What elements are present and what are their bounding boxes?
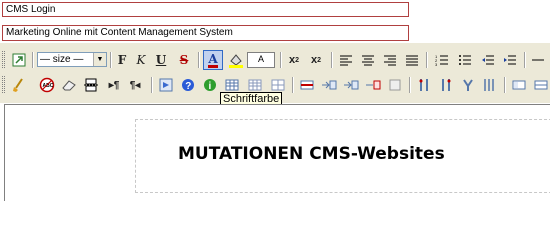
toolbar-row-1: — size — ▼ F K U S A A x2 x2 123 (0, 48, 550, 72)
page-break-icon[interactable] (81, 75, 101, 95)
info-icon[interactable]: i (200, 75, 220, 95)
toolbar-separator (198, 52, 200, 68)
toolbar-separator (331, 52, 333, 68)
size-select-value: — size — (40, 54, 84, 65)
row-before-icon[interactable] (319, 75, 339, 95)
align-center-icon[interactable] (358, 50, 378, 70)
italic-icon[interactable]: K (131, 50, 151, 70)
toolbar-separator (504, 77, 506, 93)
svg-text:i: i (209, 81, 212, 92)
horizontal-rule-icon[interactable] (528, 50, 548, 70)
row-insert-icon[interactable] (297, 75, 317, 95)
toolbar-separator (32, 52, 34, 68)
editor-area[interactable]: MUTATIONEN CMS-Websites (4, 104, 550, 201)
more-icon[interactable] (531, 75, 550, 95)
col-icon[interactable] (385, 75, 405, 95)
underline-icon[interactable]: U (151, 50, 171, 70)
ordered-list-icon[interactable]: 123 (432, 50, 452, 70)
indent-icon[interactable] (500, 50, 520, 70)
row-delete-icon[interactable] (363, 75, 383, 95)
help-icon[interactable]: ? (178, 75, 198, 95)
unordered-list-icon[interactable] (455, 50, 475, 70)
col-after-icon[interactable] (480, 75, 500, 95)
content-block[interactable]: MUTATIONEN CMS-Websites (135, 119, 550, 193)
toolbar-separator (426, 52, 428, 68)
strikethrough-icon[interactable]: S (174, 50, 194, 70)
toolbar-separator (292, 77, 294, 93)
col-before-icon[interactable] (458, 75, 478, 95)
subscript-icon[interactable]: x2 (284, 50, 304, 70)
merge-cell-icon[interactable] (436, 75, 456, 95)
title-field[interactable]: Marketing Online mit Content Management … (2, 25, 409, 41)
row-after-icon[interactable] (341, 75, 361, 95)
toolbar-separator (524, 52, 526, 68)
align-left-icon[interactable] (336, 50, 356, 70)
toolbar-separator (280, 52, 282, 68)
align-justify-icon[interactable] (402, 50, 422, 70)
content-heading[interactable]: MUTATIONEN CMS-Websites (178, 144, 445, 164)
background-color-icon[interactable] (226, 50, 246, 70)
remove-format-icon[interactable]: ABC (37, 75, 57, 95)
chevron-down-icon[interactable]: ▼ (93, 53, 106, 66)
rtl-icon[interactable]: ¶◂ (125, 75, 145, 95)
cms-login-field[interactable]: CMS Login (2, 2, 409, 17)
insert-link-icon[interactable] (9, 50, 29, 70)
svg-text:?: ? (185, 81, 191, 92)
toolbar-grip[interactable] (2, 76, 5, 93)
clean-icon[interactable] (9, 75, 29, 95)
color-preview-box[interactable]: A (247, 52, 275, 68)
ltr-icon[interactable]: ▸¶ (104, 75, 124, 95)
outdent-icon[interactable] (478, 50, 498, 70)
eraser-icon[interactable] (59, 75, 79, 95)
bold-icon[interactable]: F (112, 50, 132, 70)
toolbar-grip[interactable] (2, 51, 5, 68)
split-cell-icon[interactable] (414, 75, 434, 95)
svg-text:3: 3 (435, 62, 438, 66)
image-icon[interactable] (156, 75, 176, 95)
size-select[interactable]: — size — ▼ (37, 52, 107, 67)
align-right-icon[interactable] (380, 50, 400, 70)
form-icon[interactable] (509, 75, 529, 95)
font-color-icon[interactable]: A (203, 50, 223, 70)
toolbar-separator (151, 77, 153, 93)
toolbar-separator (409, 77, 411, 93)
superscript-icon[interactable]: x2 (306, 50, 326, 70)
